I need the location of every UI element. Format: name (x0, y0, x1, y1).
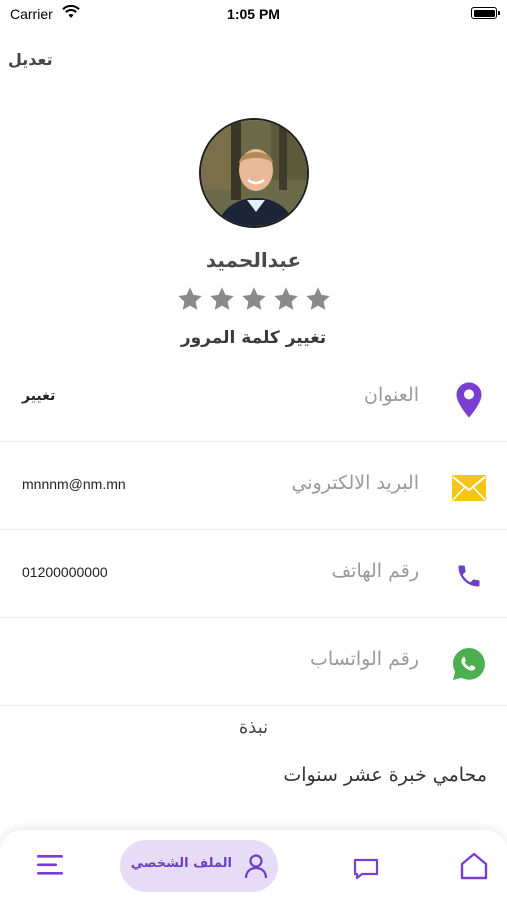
location-pin-icon (449, 380, 489, 420)
nav-profile-label: الملف الشخصي (130, 856, 232, 871)
phone-row: رقم الهاتف 01200000000 (0, 530, 507, 618)
change-address-button[interactable]: تغيير (22, 388, 55, 404)
bio-text: محامي خبرة عشر سنوات (283, 764, 487, 786)
star-icon (306, 287, 330, 310)
email-value: mnnnm@nm.mn (22, 476, 126, 492)
star-icon (242, 287, 266, 310)
address-row: العنوان تغيير (0, 354, 507, 442)
status-bar: Carrier 1:05 PM (0, 0, 507, 28)
star-icon (274, 287, 298, 310)
profile-name: عبدالحميد (205, 248, 302, 272)
whatsapp-icon (449, 644, 489, 684)
rating-stars (176, 285, 332, 313)
address-label: العنوان (363, 384, 419, 406)
phone-label: رقم الهاتف (331, 560, 419, 582)
email-row: البريد الالكتروني mnnnm@nm.mn (0, 442, 507, 530)
star-icon (178, 287, 202, 310)
bio-title: نبذة (238, 717, 269, 738)
star-icon (210, 287, 234, 310)
battery-icon (471, 7, 500, 19)
phone-value: 01200000000 (22, 564, 108, 580)
whatsapp-row: رقم الواتساب (0, 618, 507, 706)
chat-icon[interactable] (352, 854, 380, 882)
phone-icon (449, 556, 489, 596)
whatsapp-label: رقم الواتساب (309, 648, 419, 670)
avatar (199, 118, 309, 228)
email-label: البريد الالكتروني (291, 472, 420, 494)
home-icon[interactable] (458, 850, 490, 882)
change-password-link[interactable]: تغيير كلمة المرور (0, 328, 507, 348)
bottom-nav: الملف الشخصي (0, 830, 507, 900)
clock: 1:05 PM (227, 6, 280, 22)
menu-icon[interactable] (36, 852, 64, 878)
envelope-icon (449, 468, 489, 508)
user-icon (244, 854, 268, 879)
edit-button[interactable]: تعديل (8, 50, 53, 69)
nav-profile-button[interactable]: الملف الشخصي (120, 840, 278, 892)
avatar-photo (201, 120, 307, 226)
